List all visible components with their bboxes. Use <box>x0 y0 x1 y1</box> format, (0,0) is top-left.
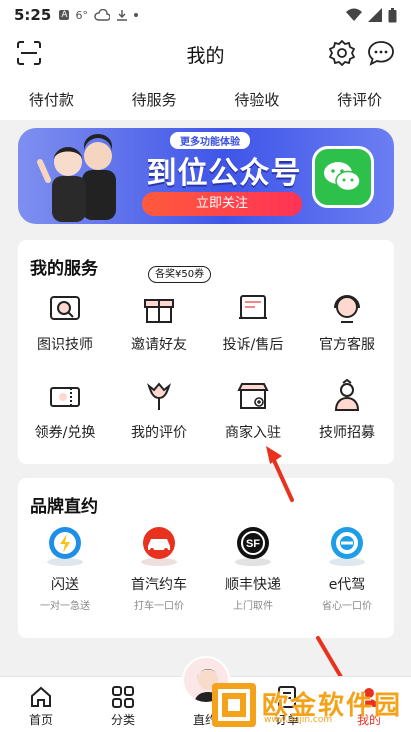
service-label: 邀请好友 <box>131 337 187 353</box>
brand-label: e代驾 <box>328 577 366 593</box>
service-label: 技师招募 <box>319 425 375 441</box>
service-my-reviews[interactable]: 我的评价 <box>112 376 206 442</box>
watermark-url: www.oujin.com <box>264 715 333 725</box>
photo-search-icon <box>50 296 80 320</box>
annotation-arrow-merchant <box>266 446 294 502</box>
order-pending-review[interactable]: 待评价 <box>313 89 407 110</box>
watermark-logo <box>212 683 256 727</box>
edaijia-icon <box>329 527 365 566</box>
brand-title: 品牌直约 <box>30 497 98 517</box>
brand-subtitle: 省心一口价 <box>322 601 372 612</box>
banner-tag: 更多功能体验 <box>170 132 250 149</box>
tab-label: 分类 <box>110 713 135 727</box>
service-customer-support[interactable]: 官方客服 <box>300 288 394 354</box>
services-row-1: 图识技师 邀请好友 投诉/售后 官方客服 <box>18 288 394 354</box>
services-title: 我的服务 <box>30 259 98 279</box>
tab-home[interactable]: 首页 <box>0 677 82 732</box>
brand-label: 闪送 <box>51 577 79 593</box>
invite-reward-badge: 各奖¥50券 <box>148 266 212 283</box>
service-photo-identify[interactable]: 图识技师 <box>18 288 112 354</box>
brand-subtitle: 一对一急送 <box>40 601 90 612</box>
brand-row: 闪送 一对一急送 首汽约车 打车一口价 SF 顺丰快递 上门取件 e代驾 省心一… <box>18 522 394 612</box>
service-label: 投诉/售后 <box>222 337 284 353</box>
service-complaint[interactable]: 投诉/售后 <box>206 288 300 354</box>
car-icon <box>141 527 177 566</box>
service-merchant-join[interactable]: 商家入驻 <box>206 376 300 442</box>
complaint-icon <box>239 295 267 319</box>
service-technician-recruit[interactable]: 技师招募 <box>300 376 394 442</box>
top-header: 我的 <box>0 30 411 78</box>
service-label: 官方客服 <box>319 337 375 353</box>
status-icon-temp: 6° <box>75 8 88 22</box>
tab-category[interactable]: 分类 <box>82 677 164 732</box>
order-pending-payment[interactable]: 待付款 <box>4 89 98 110</box>
gear-icon[interactable] <box>329 40 355 66</box>
banner-title: 到位公众号 <box>146 156 302 191</box>
service-label: 我的评价 <box>131 425 187 441</box>
download-icon <box>116 10 127 21</box>
page-title: 我的 <box>186 44 225 67</box>
brand-edaijia[interactable]: e代驾 省心一口价 <box>300 522 394 612</box>
storefront-icon <box>237 383 269 409</box>
brand-shouqi[interactable]: 首汽约车 打车一口价 <box>112 522 206 612</box>
brand-subtitle: 上门取件 <box>233 601 273 612</box>
brand-shansong[interactable]: 闪送 一对一急送 <box>18 522 112 612</box>
status-time: 5:25 <box>14 6 52 24</box>
service-label: 图识技师 <box>37 337 93 353</box>
services-row-2: 领券/兑换 我的评价 商家入驻 技师招募 <box>18 376 394 442</box>
wifi-icon <box>346 8 362 21</box>
follow-button[interactable]: 立即关注 <box>142 192 302 216</box>
tab-label: 首页 <box>28 713 53 727</box>
tulip-icon <box>146 382 172 410</box>
message-icon[interactable] <box>367 40 395 66</box>
shansong-icon <box>47 527 83 566</box>
wechat-icon <box>312 146 374 208</box>
status-icons: A 6° <box>59 9 138 22</box>
sf-express-icon: SF <box>235 527 271 566</box>
service-label: 商家入驻 <box>225 425 281 441</box>
home-icon <box>31 686 51 707</box>
svg-text:SF: SF <box>246 538 260 550</box>
technician-icon <box>334 378 360 411</box>
wechat-promo-banner[interactable]: 更多功能体验 到位公众号 立即关注 <box>18 128 394 224</box>
status-icon-a: A <box>59 10 70 20</box>
status-bar: 5:25 A 6° <box>0 0 411 30</box>
scan-icon[interactable] <box>16 40 42 66</box>
grid-icon <box>112 686 134 708</box>
order-status-row: 待付款 待服务 待验收 待评价 <box>0 78 411 120</box>
order-pending-inspection[interactable]: 待验收 <box>210 89 304 110</box>
brand-label: 顺丰快递 <box>225 577 281 593</box>
brand-sf-express[interactable]: SF 顺丰快递 上门取件 <box>206 522 300 612</box>
service-coupons[interactable]: 领券/兑换 <box>18 376 112 442</box>
coupon-icon <box>50 387 80 407</box>
site-watermark: 欧金软件园 www.oujin.com <box>212 683 408 729</box>
brand-subtitle: 打车一口价 <box>134 601 184 612</box>
brand-direct-card: 品牌直约 闪送 一对一急送 首汽约车 打车一口价 SF 顺丰快递 上门取件 e代… <box>18 478 394 638</box>
service-invite-friends[interactable]: 邀请好友 <box>112 288 206 354</box>
signal-icon <box>368 8 382 22</box>
dot-icon <box>133 13 138 17</box>
cloud-icon <box>94 9 110 21</box>
status-right <box>346 7 397 23</box>
mascot-illustration <box>37 134 116 222</box>
order-pending-service[interactable]: 待服务 <box>107 89 201 110</box>
brand-label: 首汽约车 <box>131 577 187 593</box>
battery-icon <box>388 7 397 22</box>
gift-icon <box>144 299 174 323</box>
customer-service-icon <box>334 295 360 323</box>
service-label: 领券/兑换 <box>34 425 96 441</box>
